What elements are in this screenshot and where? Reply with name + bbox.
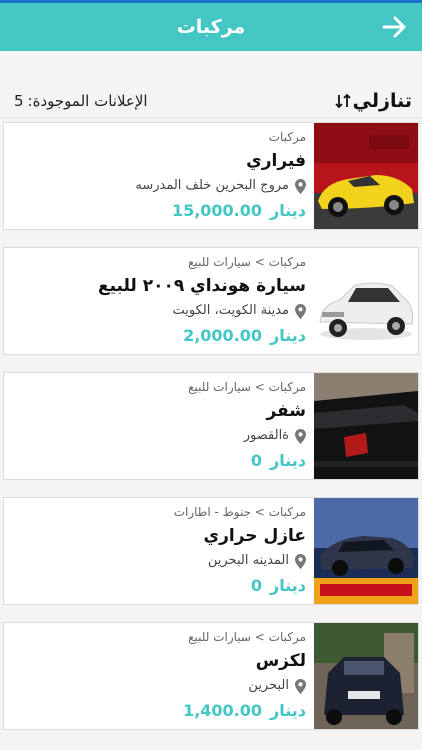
listing-price-value: 0 — [250, 576, 263, 595]
app-header: مركبات — [0, 3, 422, 51]
listing-location: مدينة الكويت، الكويت — [10, 300, 306, 322]
sort-label: تنازلي — [352, 89, 412, 112]
listing-card[interactable]: مركبات > جنوط - اطارات عازل حراري المدين… — [3, 497, 419, 605]
listing-category: مركبات — [268, 130, 306, 144]
listing-card[interactable]: مركبات > سيارات للبيع شفر ةالقصور دينار 0 — [3, 372, 419, 480]
listing-price-value: 15,000.00 — [171, 201, 263, 220]
listing-price: دينار 2,000.00 — [10, 322, 306, 350]
page-title: مركبات — [176, 16, 246, 38]
listing-image — [314, 498, 418, 604]
listing-location: ةالقصور — [10, 425, 306, 447]
listing-title: عازل حراري — [203, 526, 306, 546]
listing-title: سيارة هونداي ٢٠٠٩ للبيع — [97, 276, 306, 296]
listing-price: دينار 0 — [10, 447, 306, 475]
location-pin-icon — [295, 428, 306, 444]
arrow-right-icon[interactable] — [382, 15, 408, 39]
listing-category: مركبات > جنوط - اطارات — [173, 505, 306, 519]
listing-card[interactable]: مركبات فيراري مروج البحرين خلف المدرسه د… — [3, 122, 419, 230]
listing-location-text: المدينه البحرين — [207, 553, 289, 568]
listing-price: دينار 1,400.00 — [10, 697, 306, 725]
listing-currency: دينار — [270, 451, 306, 470]
listing-image — [314, 248, 418, 354]
listing-image — [314, 623, 418, 729]
listing-title: فيراري — [246, 151, 306, 171]
location-pin-icon — [295, 678, 306, 694]
listing-card[interactable]: مركبات > سيارات للبيع لكزس البحرين دينار… — [3, 622, 419, 730]
results-count: الإعلانات الموجودة:5 — [10, 92, 148, 110]
results-count-label: الإعلانات الموجودة: — [27, 91, 148, 110]
listing-currency: دينار — [270, 576, 306, 595]
location-pin-icon — [295, 553, 306, 569]
listing-price-value: 1,400.00 — [183, 701, 263, 720]
listing-category: مركبات > سيارات للبيع — [188, 380, 306, 394]
listing-category: مركبات > سيارات للبيع — [188, 630, 306, 644]
listing-category: مركبات > سيارات للبيع — [188, 255, 306, 269]
sort-arrows-icon — [335, 93, 351, 108]
results-bar: الإعلانات الموجودة:5 تنازلي — [0, 84, 422, 118]
listing-card[interactable]: مركبات > سيارات للبيع سيارة هونداي ٢٠٠٩ … — [3, 247, 419, 355]
listing-price: دينار 15,000.00 — [10, 197, 306, 225]
location-pin-icon — [295, 303, 306, 319]
listing-title: شفر — [266, 401, 306, 421]
results-count-value: 5 — [14, 91, 24, 110]
listing-currency: دينار — [270, 201, 306, 220]
listing-title: لكزس — [255, 651, 306, 671]
listing-price: دينار 0 — [10, 572, 306, 600]
listing-location-text: مدينة الكويت، الكويت — [172, 303, 289, 318]
listing-location-text: البحرين — [248, 678, 289, 693]
listing-price-value: 0 — [250, 451, 263, 470]
listing-location-text: ةالقصور — [243, 428, 289, 443]
listing-location: البحرين — [10, 675, 306, 697]
listings-list: مركبات فيراري مروج البحرين خلف المدرسه د… — [3, 122, 419, 747]
listing-currency: دينار — [270, 326, 306, 345]
location-pin-icon — [295, 178, 306, 194]
listing-currency: دينار — [270, 701, 306, 720]
listing-location-text: مروج البحرين خلف المدرسه — [135, 178, 289, 193]
sort-button[interactable]: تنازلي — [335, 90, 412, 112]
listing-price-value: 2,000.00 — [183, 326, 263, 345]
listing-image — [314, 373, 418, 479]
listing-image — [314, 123, 418, 229]
listing-location: المدينه البحرين — [10, 550, 306, 572]
listing-location: مروج البحرين خلف المدرسه — [10, 175, 306, 197]
